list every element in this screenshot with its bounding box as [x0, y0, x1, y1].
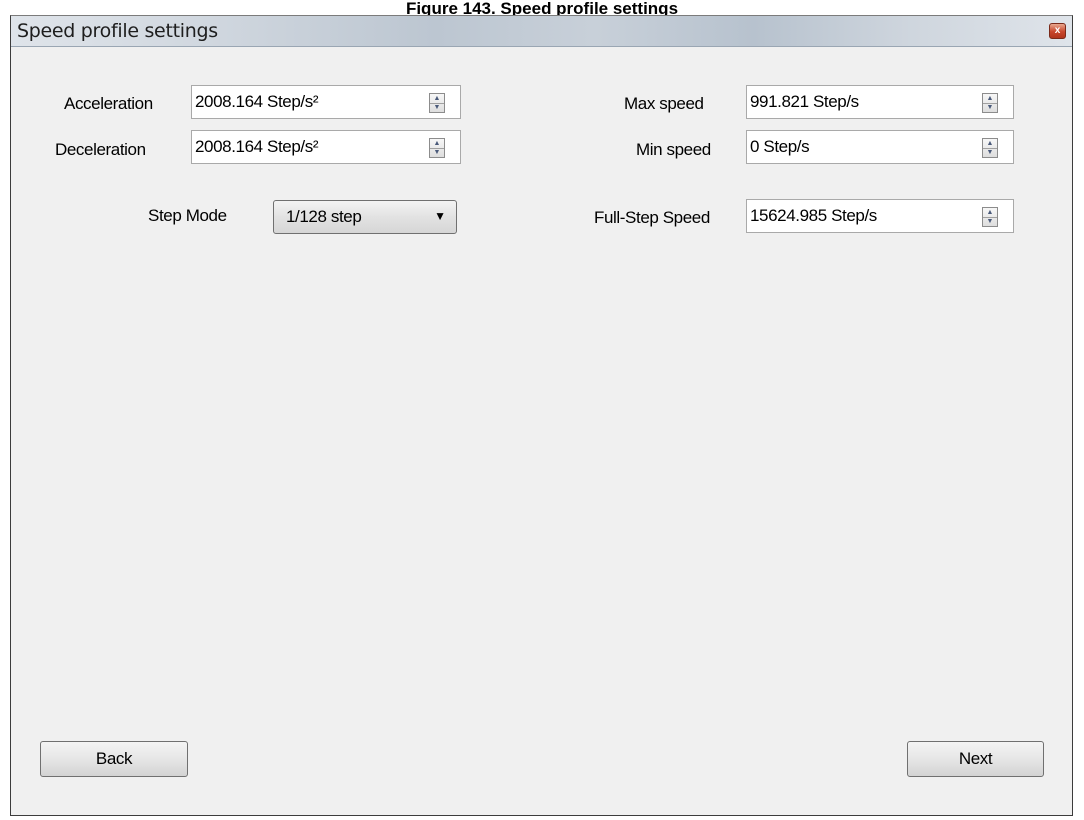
close-icon[interactable]: x	[1049, 23, 1066, 39]
min-speed-spinner[interactable]: ▲ ▼	[982, 138, 998, 158]
spin-down-icon[interactable]: ▼	[430, 148, 444, 157]
deceleration-input[interactable]: 2008.164 Step/s² ▲ ▼	[191, 130, 461, 164]
chevron-down-icon[interactable]: ▼	[434, 209, 446, 223]
acceleration-input[interactable]: 2008.164 Step/s² ▲ ▼	[191, 85, 461, 119]
max-speed-spinner[interactable]: ▲ ▼	[982, 93, 998, 113]
min-speed-label: Min speed	[636, 140, 711, 159]
spin-down-icon[interactable]: ▼	[983, 217, 997, 226]
max-speed-value[interactable]: 991.821 Step/s	[750, 92, 859, 112]
full-step-speed-value[interactable]: 15624.985 Step/s	[750, 206, 877, 226]
spin-down-icon[interactable]: ▼	[983, 103, 997, 112]
window-title: Speed profile settings	[17, 20, 218, 42]
spin-down-icon[interactable]: ▼	[430, 103, 444, 112]
deceleration-spinner[interactable]: ▲ ▼	[429, 138, 445, 158]
title-bar[interactable]: Speed profile settings x	[11, 16, 1072, 47]
deceleration-value[interactable]: 2008.164 Step/s²	[195, 137, 318, 157]
speed-profile-window: Speed profile settings x Acceleration 20…	[10, 15, 1073, 816]
next-button[interactable]: Next	[907, 741, 1044, 777]
min-speed-value[interactable]: 0 Step/s	[750, 137, 810, 157]
deceleration-label: Deceleration	[55, 140, 146, 159]
step-mode-select[interactable]: 1/128 step ▼	[273, 200, 457, 234]
acceleration-label: Acceleration	[64, 94, 153, 113]
max-speed-label: Max speed	[624, 94, 704, 113]
min-speed-input[interactable]: 0 Step/s ▲ ▼	[746, 130, 1014, 164]
full-step-speed-label: Full-Step Speed	[594, 208, 710, 227]
full-step-speed-spinner[interactable]: ▲ ▼	[982, 207, 998, 227]
acceleration-spinner[interactable]: ▲ ▼	[429, 93, 445, 113]
back-button[interactable]: Back	[40, 741, 188, 777]
step-mode-label: Step Mode	[148, 206, 227, 225]
spin-down-icon[interactable]: ▼	[983, 148, 997, 157]
step-mode-value: 1/128 step	[286, 207, 362, 226]
max-speed-input[interactable]: 991.821 Step/s ▲ ▼	[746, 85, 1014, 119]
acceleration-value[interactable]: 2008.164 Step/s²	[195, 92, 318, 112]
full-step-speed-input[interactable]: 15624.985 Step/s ▲ ▼	[746, 199, 1014, 233]
